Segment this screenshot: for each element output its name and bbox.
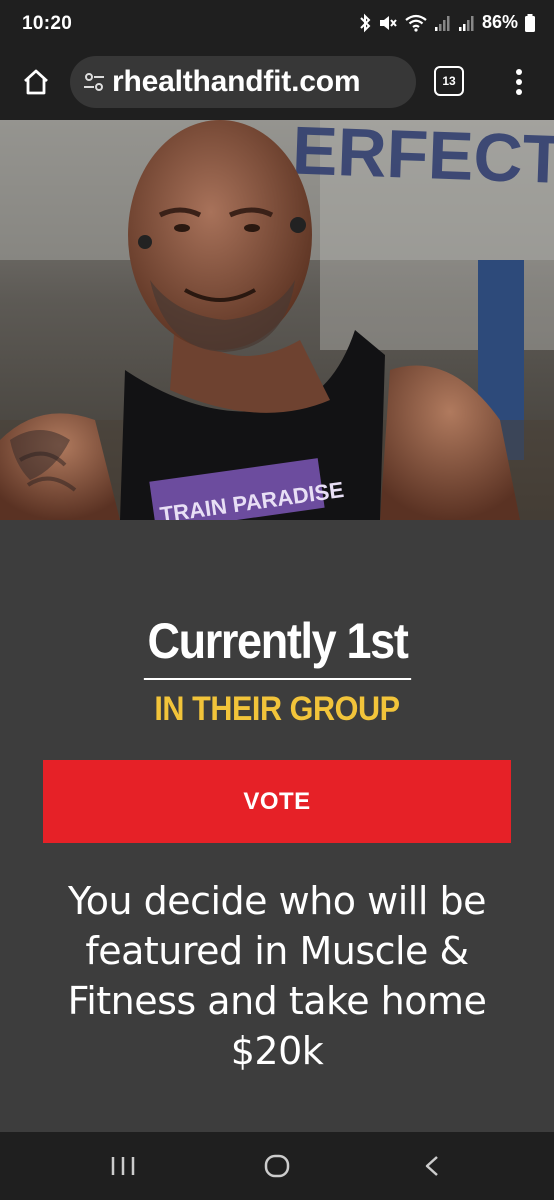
system-nav-bar <box>0 1132 554 1200</box>
vote-panel: Currently 1st IN THEIR GROUP VOTE You de… <box>0 520 554 1132</box>
rank-title-text: Currently 1st <box>143 612 411 680</box>
mute-icon <box>379 15 397 30</box>
signal-icon <box>458 15 474 31</box>
home-circle-icon[interactable] <box>262 1154 292 1178</box>
browser-toolbar: rhealthandfit.com 13 <box>0 48 554 120</box>
home-icon <box>24 69 48 95</box>
signal-icon <box>434 15 450 31</box>
home-button[interactable] <box>18 64 54 100</box>
vote-button[interactable]: VOTE <box>43 760 511 843</box>
back-icon[interactable] <box>418 1154 448 1178</box>
rank-title: Currently 1st <box>0 612 554 680</box>
more-vert-icon[interactable] <box>504 64 534 100</box>
description-text: You decide who will be featured in Muscl… <box>67 879 487 1073</box>
status-time: 10:20 <box>22 13 73 34</box>
address-bar[interactable]: rhealthandfit.com <box>70 56 416 108</box>
battery-percent: 86% <box>481 12 518 32</box>
wifi-icon <box>405 14 427 32</box>
status-bar: 10:20 86% <box>0 0 554 48</box>
recents-icon[interactable] <box>108 1154 138 1178</box>
group-label: IN THEIR GROUP <box>154 690 400 728</box>
banner-text: ERFECT <box>291 120 554 198</box>
bluetooth-icon <box>360 13 371 32</box>
battery-icon <box>525 13 535 32</box>
tabs-icon[interactable]: 13 <box>434 66 464 96</box>
status-icons: 86% <box>358 12 536 33</box>
tune-icon[interactable] <box>82 70 106 94</box>
athlete-photo: ERFECT TRAIN PARADISE <box>0 120 554 520</box>
url-text: rhealthandfit.com <box>112 65 361 98</box>
